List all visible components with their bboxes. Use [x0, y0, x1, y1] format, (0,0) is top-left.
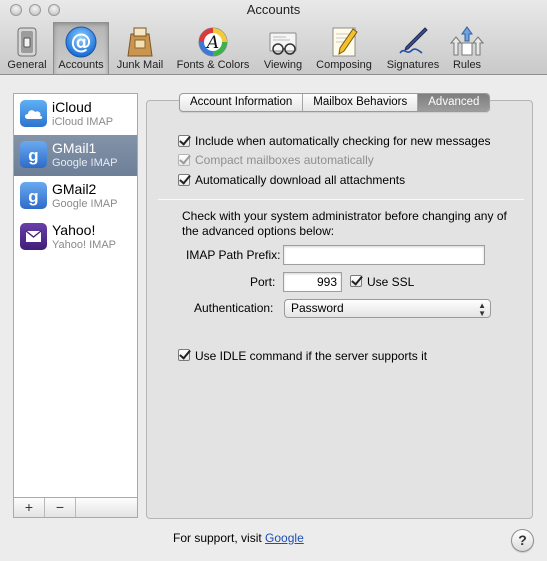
- at-sign-icon: @: [64, 25, 98, 59]
- toolbar-rules[interactable]: Rules: [448, 22, 486, 74]
- authentication-select[interactable]: Password ▲ ▼: [284, 299, 491, 318]
- imap-prefix-label: IMAP Path Prefix:: [186, 248, 281, 262]
- authentication-value: Password: [291, 301, 344, 315]
- remove-account-button[interactable]: −: [45, 498, 76, 517]
- advanced-warning-note: Check with your system administrator bef…: [182, 209, 507, 238]
- window-toolbar: Accounts General @ Accounts Junk Mail A …: [0, 0, 547, 75]
- account-type: iCloud IMAP: [52, 116, 114, 128]
- account-type: Google IMAP: [52, 198, 118, 210]
- use-idle-checkbox[interactable]: [178, 349, 190, 361]
- general-switch-icon: [10, 25, 44, 59]
- viewing-glasses-icon: [266, 25, 300, 59]
- account-item-gmail2[interactable]: g GMail2 Google IMAP: [14, 176, 137, 217]
- divider: [158, 199, 524, 200]
- junk-mail-bag-icon: [123, 25, 157, 59]
- google-support-link[interactable]: Google: [265, 531, 304, 545]
- toolbar-fonts-colors[interactable]: A Fonts & Colors: [170, 22, 256, 74]
- toolbar-label: Junk Mail: [116, 59, 164, 71]
- google-icon: g: [20, 141, 47, 168]
- include-auto-check-label: Include when automatically checking for …: [195, 134, 491, 148]
- support-footer: For support, visit Google: [173, 531, 304, 545]
- imap-prefix-field[interactable]: [283, 245, 485, 265]
- support-text: For support, visit: [173, 531, 262, 545]
- toolbar-general[interactable]: General: [3, 22, 51, 74]
- toolbar-label: Viewing: [263, 59, 303, 71]
- toolbar-accounts[interactable]: @ Accounts: [53, 22, 109, 74]
- account-item-icloud[interactable]: iCloud iCloud IMAP: [14, 94, 137, 135]
- auto-download-label: Automatically download all attachments: [195, 173, 406, 187]
- compact-mailboxes-label: Compact mailboxes automatically: [195, 153, 374, 167]
- account-name: iCloud: [52, 99, 92, 115]
- tab-account-information[interactable]: Account Information: [180, 94, 304, 111]
- tab-mailbox-behaviors[interactable]: Mailbox Behaviors: [303, 94, 419, 111]
- use-ssl-label: Use SSL: [367, 275, 415, 289]
- account-name: GMail2: [52, 181, 97, 197]
- settings-tabs: Account Information Mailbox Behaviors Ad…: [179, 93, 491, 112]
- toolbar-label: Fonts & Colors: [176, 59, 250, 71]
- add-account-button[interactable]: +: [14, 498, 45, 517]
- icloud-icon: [20, 100, 47, 127]
- toolbar-viewing[interactable]: Viewing: [258, 22, 308, 74]
- account-type: Google IMAP: [52, 157, 118, 169]
- help-button[interactable]: ?: [511, 529, 534, 552]
- toolbar-label: Composing: [316, 59, 372, 71]
- toolbar-composing[interactable]: Composing: [311, 22, 377, 74]
- account-item-gmail1[interactable]: g GMail1 Google IMAP: [14, 135, 137, 176]
- yahoo-envelope-icon: [20, 223, 47, 250]
- port-field[interactable]: 993: [283, 272, 342, 292]
- use-ssl-checkbox[interactable]: [350, 275, 362, 287]
- rules-arrows-icon: [449, 25, 485, 59]
- fonts-colors-icon: A: [196, 25, 230, 59]
- accounts-list: iCloud iCloud IMAP g GMail1 Google IMAP …: [13, 93, 138, 498]
- composing-pencil-icon: [327, 25, 361, 59]
- google-icon: g: [20, 182, 47, 209]
- tab-advanced[interactable]: Advanced: [418, 94, 490, 111]
- use-idle-label: Use IDLE command if the server supports …: [195, 349, 428, 363]
- account-item-yahoo[interactable]: Yahoo! Yahoo! IMAP: [14, 217, 137, 258]
- account-name: Yahoo!: [52, 222, 96, 238]
- toolbar-label: Accounts: [58, 59, 104, 71]
- include-auto-check-checkbox[interactable]: [178, 135, 190, 147]
- toolbar-label: General: [7, 59, 47, 71]
- account-name: GMail1: [52, 140, 97, 156]
- chevron-up-down-icon: ▲ ▼: [478, 301, 486, 318]
- signature-pen-icon: [396, 25, 430, 59]
- svg-text:g: g: [28, 146, 38, 165]
- account-list-controls: + −: [13, 498, 138, 518]
- compact-mailboxes-checkbox: [178, 154, 190, 166]
- toolbar-label: Signatures: [386, 59, 440, 71]
- window-title: Accounts: [246, 2, 301, 17]
- svg-text:@: @: [71, 30, 92, 54]
- authentication-label: Authentication:: [194, 301, 274, 315]
- svg-text:g: g: [28, 187, 38, 206]
- port-label: Port:: [250, 275, 276, 289]
- toolbar-label: Rules: [452, 59, 482, 71]
- toolbar-signatures[interactable]: Signatures: [381, 22, 445, 74]
- auto-download-checkbox[interactable]: [178, 174, 190, 186]
- svg-text:A: A: [205, 33, 219, 53]
- toolbar-junk-mail[interactable]: Junk Mail: [113, 22, 167, 74]
- account-type: Yahoo! IMAP: [52, 239, 116, 251]
